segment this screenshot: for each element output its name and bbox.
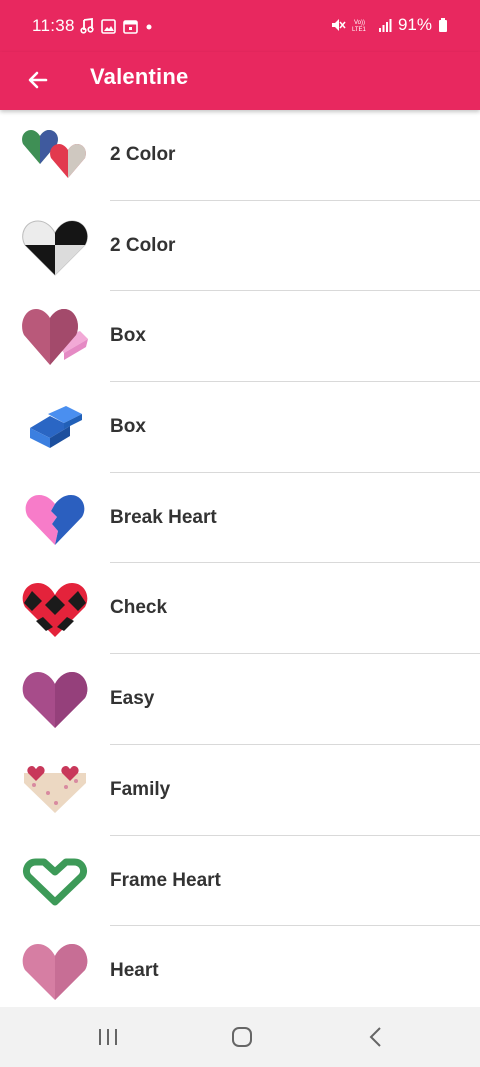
item-label: Break Heart <box>110 506 217 528</box>
frame-heart-icon <box>22 858 88 905</box>
calendar-icon <box>123 19 138 34</box>
black-white-heart-icon <box>22 220 88 276</box>
dot-icon <box>146 24 152 29</box>
item-label: Check <box>110 597 168 619</box>
svg-text:Vo)): Vo)) <box>354 20 365 26</box>
signal-icon <box>378 19 392 32</box>
list-item[interactable]: 2 Color <box>0 110 480 201</box>
pink-heart-icon <box>22 944 88 1001</box>
back-button[interactable] <box>20 62 56 98</box>
status-left-icons <box>80 18 153 34</box>
list-item[interactable]: Check <box>0 563 480 655</box>
recents-icon <box>99 1029 117 1045</box>
battery-percent: 91% <box>397 15 432 34</box>
status-time: 11:38 <box>32 16 75 35</box>
easy-heart-icon <box>22 672 88 729</box>
list-item[interactable]: Box <box>0 382 480 473</box>
page-title: Valentine <box>90 64 189 89</box>
item-list: 2 Color 2 Color Box Box Break Heart Chec… <box>0 110 480 1007</box>
music-note-icon <box>80 18 94 34</box>
volte-icon: Vo))LTE1 <box>352 20 367 33</box>
image-icon <box>101 18 116 34</box>
system-nav-bar <box>0 1007 480 1067</box>
svg-text:LTE1: LTE1 <box>352 27 367 33</box>
item-label: 2 Color <box>110 234 176 256</box>
item-label: Family <box>110 778 171 800</box>
list-item[interactable]: 2 Color <box>0 201 480 292</box>
list-item[interactable]: Easy <box>0 654 480 745</box>
item-label: Heart <box>110 960 159 982</box>
system-back-button[interactable] <box>354 1019 398 1055</box>
item-label: Box <box>110 325 146 347</box>
list-item[interactable]: Box <box>0 291 480 383</box>
home-icon <box>232 1027 252 1047</box>
list-item[interactable]: Heart <box>0 926 480 1007</box>
home-button[interactable] <box>220 1019 264 1055</box>
family-heart-icon <box>24 765 86 813</box>
list-item[interactable]: Break Heart <box>0 473 480 564</box>
battery-icon <box>439 18 447 32</box>
app-bar: Valentine <box>0 52 480 110</box>
list-item[interactable]: Frame Heart <box>0 836 480 927</box>
heart-box-icon <box>22 309 88 366</box>
check-heart-icon <box>22 583 88 638</box>
item-label: Frame Heart <box>110 869 221 891</box>
list-item[interactable]: Family <box>0 745 480 836</box>
back-icon <box>369 1027 381 1047</box>
mute-icon <box>331 19 346 31</box>
recents-button[interactable] <box>86 1019 130 1055</box>
item-label: 2 Color <box>110 144 176 165</box>
item-label: Easy <box>110 688 155 710</box>
status-right-icons: Vo)) LTE1 91% <box>330 15 448 35</box>
status-bar: 11:38 Vo)) LTE1 91% <box>0 0 480 52</box>
blue-box-icon <box>30 406 82 449</box>
break-heart-icon <box>25 494 85 545</box>
item-label: Box <box>110 416 146 438</box>
arrow-left-icon <box>28 71 48 89</box>
two-color-hearts-icon <box>22 130 86 178</box>
